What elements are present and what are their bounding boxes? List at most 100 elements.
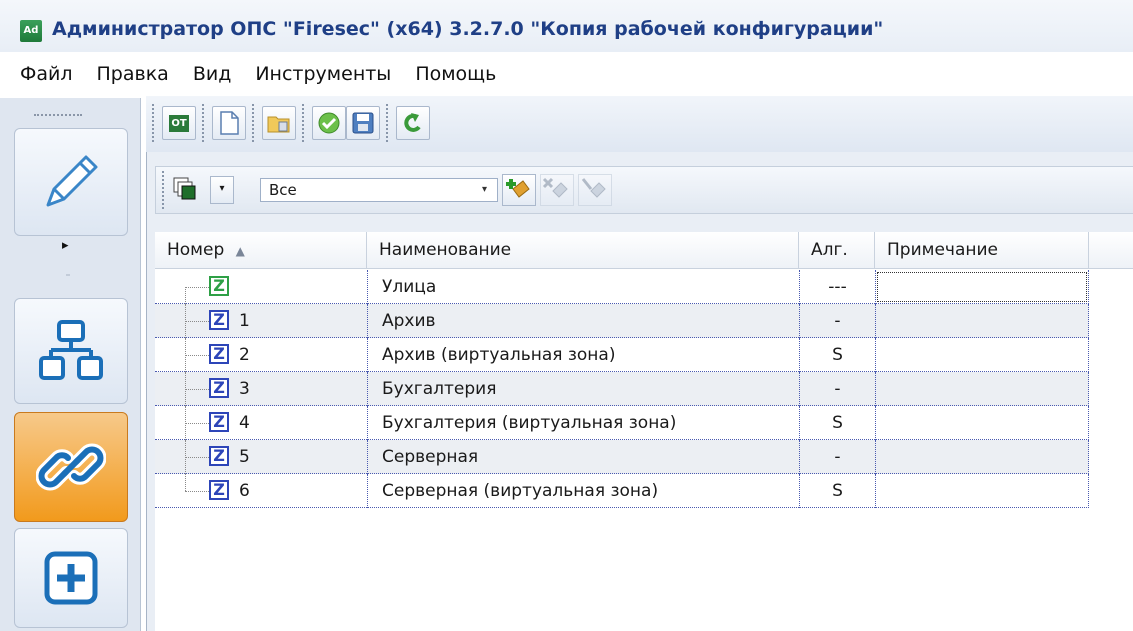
- zone-name: Улица: [367, 270, 799, 304]
- nav-add-button[interactable]: [14, 528, 128, 628]
- nav-zones-button[interactable]: [14, 412, 128, 522]
- zones-grid: Номер ▲ Наименование Алг. Примечание Z У…: [155, 232, 1133, 631]
- zone-algorithm: -: [799, 440, 875, 474]
- zone-icon: Z: [209, 412, 229, 432]
- menu-edit[interactable]: Правка: [85, 63, 181, 85]
- table-row[interactable]: Z 2 Архив (виртуальная зона) S: [155, 338, 1089, 372]
- add-icon: [44, 551, 98, 605]
- chevron-down-icon: ▾: [481, 184, 487, 195]
- zone-algorithm: S: [799, 338, 875, 372]
- delete-zone-icon: [542, 177, 568, 198]
- nav-devices-button[interactable]: [14, 298, 128, 404]
- zone-number: 4: [239, 413, 250, 433]
- zone-number: 2: [239, 345, 250, 365]
- sort-ascending-icon: ▲: [235, 244, 245, 258]
- zone-name: Архив: [367, 304, 799, 338]
- zone-icon: Z: [209, 276, 229, 296]
- validate-button[interactable]: [312, 106, 346, 140]
- zone-algorithm: ---: [799, 270, 875, 304]
- zone-algorithm: S: [799, 406, 875, 440]
- refresh-icon: [404, 113, 421, 132]
- zone-note[interactable]: [875, 270, 1089, 304]
- new-document-button[interactable]: [212, 106, 246, 140]
- menu-file[interactable]: Файл: [0, 63, 85, 85]
- zone-algorithm: -: [799, 304, 875, 338]
- zone-icon: Z: [209, 344, 229, 364]
- table-row[interactable]: Z 1 Архив -: [155, 304, 1089, 338]
- title-bar: Ad Администратор ОПС "Firesec" (x64) 3.2…: [0, 0, 1133, 52]
- table-row[interactable]: Z Улица ---: [155, 270, 1089, 304]
- pencil-icon: [46, 155, 98, 207]
- zone-name: Архив (виртуальная зона): [367, 338, 799, 372]
- column-header-algorithm[interactable]: Алг.: [799, 232, 875, 268]
- delete-zone-button[interactable]: [540, 174, 574, 206]
- grid-header: Номер ▲ Наименование Алг. Примечание: [155, 232, 1133, 269]
- menu-view[interactable]: Вид: [181, 63, 244, 85]
- expand-arrow-icon[interactable]: ▸: [62, 238, 69, 253]
- column-header-number[interactable]: Номер ▲: [155, 232, 367, 268]
- zone-note[interactable]: [875, 440, 1089, 474]
- window-title: Администратор ОПС "Firesec" (x64) 3.2.7.…: [52, 18, 884, 40]
- ot-icon: OT: [169, 114, 189, 132]
- zone-icon: Z: [209, 310, 229, 330]
- network-icon: [39, 320, 103, 380]
- toolbar-separator: [386, 104, 392, 142]
- check-icon: [318, 112, 340, 134]
- left-navigation: ▸: [0, 98, 141, 631]
- copy-mode-dropdown[interactable]: ▾: [210, 176, 234, 204]
- main-toolbar: OT: [146, 96, 1133, 153]
- add-zone-button[interactable]: [502, 174, 536, 206]
- zone-note[interactable]: [875, 406, 1089, 440]
- column-header-name[interactable]: Наименование: [367, 232, 799, 268]
- ot-button[interactable]: OT: [162, 106, 196, 140]
- toolbar-grip[interactable]: [162, 171, 168, 209]
- zone-icon: Z: [209, 378, 229, 398]
- toolbar-separator: [202, 104, 208, 142]
- save-button[interactable]: [346, 106, 380, 140]
- zone-algorithm: -: [799, 372, 875, 406]
- zone-number: 6: [239, 481, 250, 501]
- zones-toolbar: ▾ Все ▾: [155, 166, 1133, 214]
- zones-panel: ▾ Все ▾ Номер ▲ Наименование Алг. Примеч…: [146, 152, 1133, 631]
- add-zone-icon: [506, 179, 530, 198]
- edit-zone-icon: [581, 178, 606, 198]
- layers-icon: [173, 177, 196, 200]
- zone-name: Серверная (виртуальная зона): [367, 474, 799, 508]
- nav-grip[interactable]: [34, 114, 82, 116]
- menu-tools[interactable]: Инструменты: [243, 63, 403, 85]
- open-folder-icon: [267, 116, 290, 133]
- toolbar-separator: [302, 104, 308, 142]
- zone-note[interactable]: [875, 304, 1089, 338]
- nav-edit-button[interactable]: [14, 128, 128, 236]
- zone-icon: Z: [209, 446, 229, 466]
- zone-note[interactable]: [875, 474, 1089, 508]
- table-row[interactable]: Z 5 Серверная -: [155, 440, 1089, 474]
- zone-name: Серверная: [367, 440, 799, 474]
- toolbar-grip[interactable]: [152, 104, 158, 142]
- zone-algorithm: S: [799, 474, 875, 508]
- save-icon: [352, 112, 374, 134]
- filter-dropdown[interactable]: Все ▾: [260, 178, 498, 202]
- new-document-icon: [220, 111, 239, 135]
- zone-note[interactable]: [875, 338, 1089, 372]
- table-row[interactable]: Z 3 Бухгалтерия -: [155, 372, 1089, 406]
- edit-zone-button[interactable]: [578, 174, 612, 206]
- zone-name: Бухгалтерия (виртуальная зона): [367, 406, 799, 440]
- zone-name: Бухгалтерия: [367, 372, 799, 406]
- table-row[interactable]: Z 4 Бухгалтерия (виртуальная зона) S: [155, 406, 1089, 440]
- column-header-note[interactable]: Примечание: [875, 232, 1089, 268]
- menu-bar: Файл Правка Вид Инструменты Помощь: [0, 52, 1133, 96]
- zone-number: 3: [239, 379, 250, 399]
- menu-help[interactable]: Помощь: [403, 63, 508, 85]
- open-button[interactable]: [262, 106, 296, 140]
- zone-note[interactable]: [875, 372, 1089, 406]
- table-row[interactable]: Z 6 Серверная (виртуальная зона) S: [155, 474, 1089, 508]
- link-icon: [36, 443, 106, 491]
- zone-icon: Z: [209, 480, 229, 500]
- copy-mode-button[interactable]: [172, 176, 200, 202]
- app-logo-icon: Ad: [20, 20, 42, 42]
- zone-number: 1: [239, 311, 250, 331]
- toolbar-separator: [252, 104, 258, 142]
- filter-value: Все: [269, 181, 297, 199]
- refresh-button[interactable]: [396, 106, 430, 140]
